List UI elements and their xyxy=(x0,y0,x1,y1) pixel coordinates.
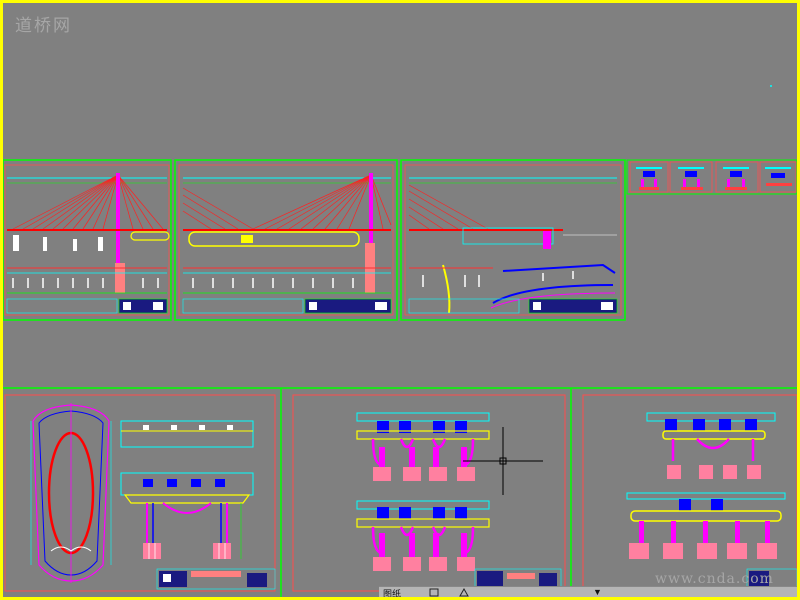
dropdown-chevron-icon[interactable]: ▼ xyxy=(593,587,602,597)
sheet-5-bent-section xyxy=(292,394,566,592)
layout-status-bar: 图纸 ▼ xyxy=(379,586,797,597)
watermark-url: www.cnda.com xyxy=(655,571,774,587)
crosshair-cursor-icon xyxy=(463,427,543,495)
sheet-1-elevation xyxy=(3,159,172,321)
sheet-3-elevation xyxy=(400,159,626,321)
sheet-4-pier-section xyxy=(4,394,276,592)
view-cube-icon[interactable] xyxy=(429,588,439,597)
drawing-sheets xyxy=(3,85,797,597)
layout-tab-label[interactable]: 图纸 xyxy=(383,587,401,597)
detail-sheets xyxy=(626,85,797,195)
sheet-2-elevation xyxy=(174,159,398,321)
layout-icon[interactable] xyxy=(459,588,469,597)
drawing-canvas[interactable]: 道桥网 www.cnda.com 图纸 ▼ xyxy=(3,3,797,597)
sheet-6-bent-section xyxy=(582,394,797,592)
watermark-text: 道桥网 xyxy=(15,16,72,36)
